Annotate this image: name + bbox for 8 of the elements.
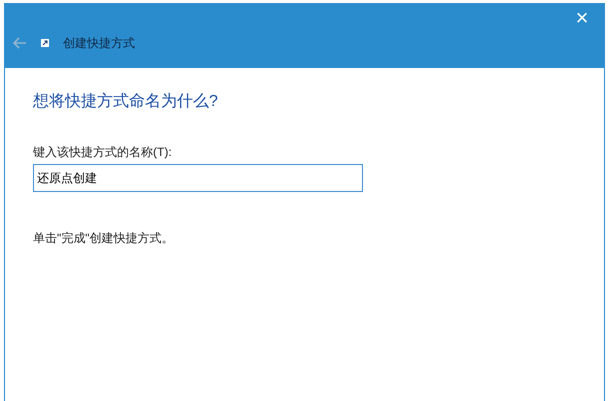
window-title: 创建快捷方式: [63, 35, 135, 52]
hint-text: 单击"完成"创建快捷方式。: [33, 230, 175, 247]
close-button[interactable]: ×: [568, 3, 596, 33]
heading: 想将快捷方式命名为什么?: [33, 92, 219, 112]
shortcut-icon: [41, 39, 49, 47]
name-field[interactable]: 还原点创建: [33, 164, 363, 192]
back-arrow-icon[interactable]: [13, 37, 27, 49]
field-label: 键入该快捷方式的名称(T):: [33, 144, 173, 161]
